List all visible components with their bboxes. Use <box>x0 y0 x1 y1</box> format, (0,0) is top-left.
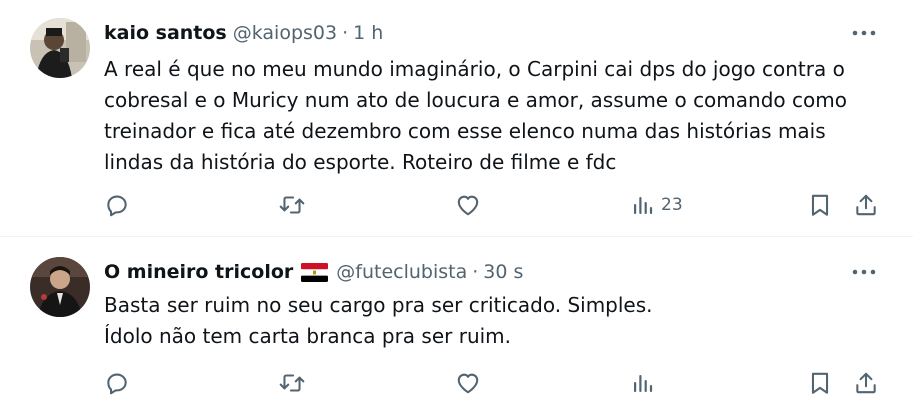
views-icon <box>634 375 653 392</box>
avatar-image <box>30 18 90 78</box>
tweet[interactable]: kaio santos @kaiops03 · 1 h A real é que… <box>0 0 913 236</box>
avatar[interactable] <box>30 257 90 317</box>
more-icon[interactable] <box>847 19 881 47</box>
egypt-flag-icon <box>301 262 329 282</box>
timestamp[interactable]: 1 h <box>353 22 383 44</box>
retweet-icon <box>279 374 305 392</box>
reply-button[interactable] <box>104 366 130 400</box>
retweet-icon <box>279 196 305 214</box>
timeline: kaio santos @kaiops03 · 1 h A real é que… <box>0 0 913 411</box>
tweet-text: Basta ser ruim no seu cargo pra ser crit… <box>104 290 884 352</box>
user-handle[interactable]: @futeclubista <box>336 261 467 283</box>
like-button[interactable] <box>455 366 481 400</box>
views-button[interactable]: 23 <box>631 188 683 222</box>
reply-icon <box>107 195 127 217</box>
tweet-text-line: lindas da história do esporte. Roteiro d… <box>104 150 617 174</box>
tweet-text-line: Basta ser ruim no seu cargo pra ser crit… <box>104 293 653 317</box>
tweet-text-line: cobresal e o Muricy num ato de loucura e… <box>104 88 847 112</box>
timestamp[interactable]: 30 s <box>483 261 523 283</box>
tweet-text: A real é que no meu mundo imaginário, o … <box>104 54 884 178</box>
views-icon <box>634 197 653 214</box>
tweet-text-line: treinador e fica até dezembro com esse e… <box>104 119 826 143</box>
retweet-button[interactable] <box>278 188 306 222</box>
bookmark-icon <box>811 372 829 394</box>
action-bar: 23 <box>0 188 913 222</box>
share-button[interactable] <box>853 366 879 400</box>
user-handle[interactable]: @kaiops03 <box>233 22 337 44</box>
bookmark-icon <box>811 194 829 216</box>
views-button[interactable] <box>631 366 655 400</box>
tweet-header: kaio santos @kaiops03 · 1 h <box>104 19 383 47</box>
like-button[interactable] <box>455 188 481 222</box>
retweet-button[interactable] <box>278 366 306 400</box>
share-icon <box>856 194 876 216</box>
tweet-header: O mineiro tricolor @futeclubista · 30 s <box>104 258 523 286</box>
separator-dot: · <box>342 22 349 44</box>
views-count: 23 <box>661 195 683 215</box>
tweet[interactable]: O mineiro tricolor @futeclubista · 30 s … <box>0 237 913 411</box>
share-button[interactable] <box>853 188 879 222</box>
tweet-text-line: Ídolo não tem carta branca pra ser ruim. <box>104 324 512 348</box>
avatar[interactable] <box>30 18 90 78</box>
display-name[interactable]: kaio santos <box>104 22 227 44</box>
bookmark-button[interactable] <box>807 366 833 400</box>
heart-icon <box>457 373 479 394</box>
reply-icon <box>107 373 127 395</box>
share-icon <box>856 372 876 394</box>
bookmark-button[interactable] <box>807 188 833 222</box>
reply-button[interactable] <box>104 188 130 222</box>
separator-dot: · <box>472 261 479 283</box>
action-bar <box>0 366 913 400</box>
avatar-image <box>30 257 90 317</box>
more-icon[interactable] <box>847 258 881 286</box>
tweet-text-line: A real é que no meu mundo imaginário, o … <box>104 57 845 81</box>
display-name[interactable]: O mineiro tricolor <box>104 261 293 283</box>
heart-icon <box>457 195 479 216</box>
